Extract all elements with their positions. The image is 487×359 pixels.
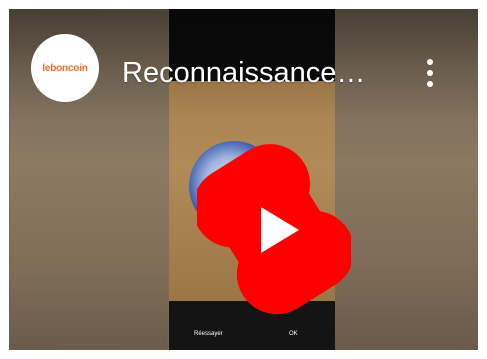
menu-dot <box>427 70 433 76</box>
channel-logo-text: leboncoin <box>42 62 88 74</box>
menu-dot <box>427 59 433 65</box>
video-player[interactable]: Réessayer OK leboncoin Reconnaissance… <box>9 9 478 350</box>
youtube-shorts-play-icon[interactable] <box>197 141 351 319</box>
video-title[interactable]: Reconnaissance… <box>122 56 392 90</box>
channel-avatar[interactable]: leboncoin <box>31 34 99 102</box>
phone-retry-label: Réessayer <box>194 331 223 337</box>
phone-ok-label: OK <box>289 331 298 337</box>
menu-dot <box>427 81 433 87</box>
more-vert-icon[interactable] <box>419 53 441 93</box>
